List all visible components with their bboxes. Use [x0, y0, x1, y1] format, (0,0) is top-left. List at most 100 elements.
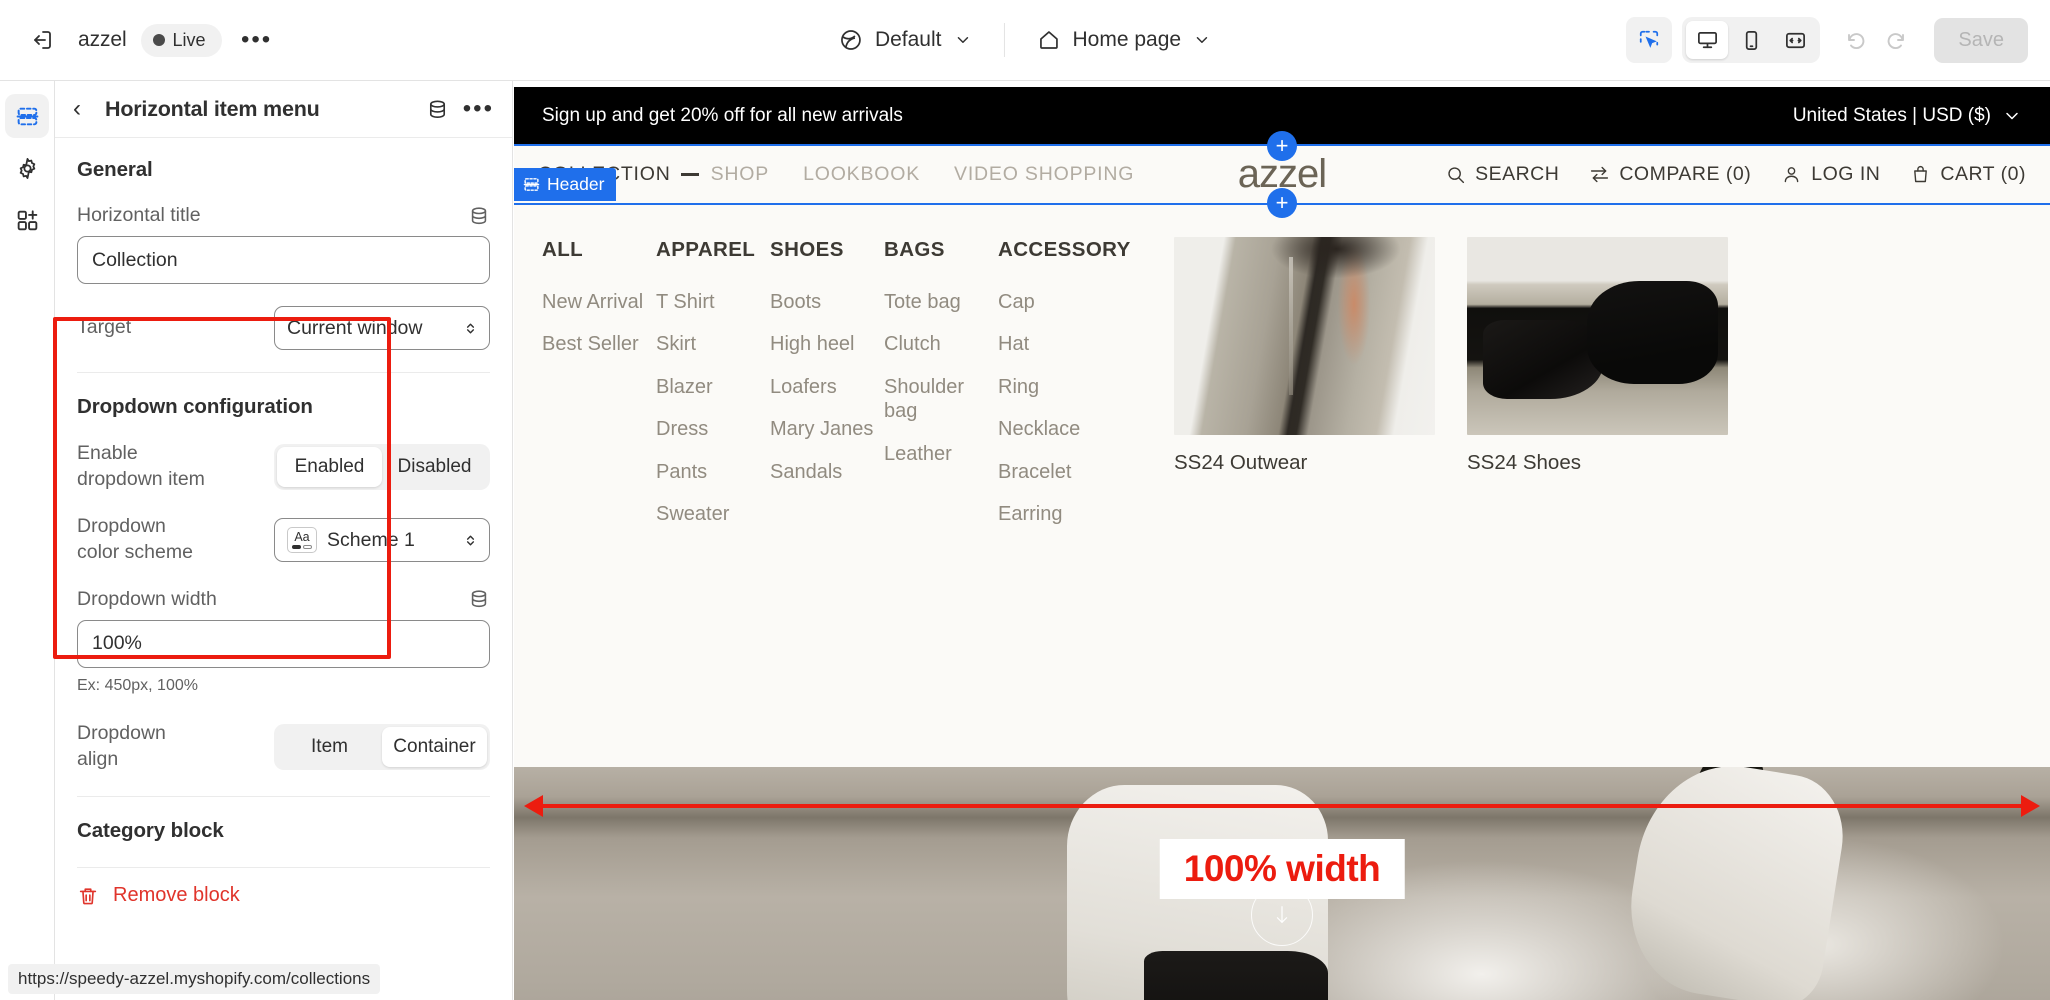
mega-column-heading[interactable]: BAGS: [884, 237, 998, 262]
dropdown-width-label: Dropdown width: [77, 587, 217, 610]
mega-item[interactable]: Shoulder bag: [884, 375, 998, 424]
status-bar-url: https://speedy-azzel.myshopify.com/colle…: [8, 964, 381, 994]
mega-item[interactable]: T Shirt: [656, 290, 770, 314]
mega-item[interactable]: Boots: [770, 290, 884, 314]
topbar-center-group: Default Home page: [825, 0, 1225, 80]
target-select-value: Current window: [287, 316, 423, 339]
mega-item[interactable]: Mary Janes: [770, 417, 884, 441]
theme-preview-frame: Sign up and get 20% off for all new arri…: [514, 81, 2050, 1000]
globe-icon: [841, 30, 861, 50]
enable-dropdown-option-disabled[interactable]: Disabled: [382, 447, 487, 487]
mega-item[interactable]: Ring: [998, 375, 1112, 399]
arrow-down-icon: [1276, 906, 1288, 923]
locale-selector[interactable]: United States | USD ($): [1793, 105, 2022, 127]
mega-item[interactable]: Bracelet: [998, 460, 1112, 484]
search-icon: [1448, 167, 1465, 184]
storefront-preview: Sign up and get 20% off for all new arri…: [514, 87, 2050, 1000]
database-icon[interactable]: [468, 205, 490, 227]
mega-column-heading[interactable]: ALL: [542, 237, 656, 262]
database-icon[interactable]: [426, 98, 449, 121]
mega-item[interactable]: Leather: [884, 442, 998, 466]
mega-item[interactable]: Skirt: [656, 332, 770, 356]
editor-icon-rail: [0, 81, 55, 1000]
fullscreen-icon: [1785, 32, 1805, 48]
mega-item[interactable]: Loafers: [770, 375, 884, 399]
nav-link-shop[interactable]: SHOP: [711, 163, 769, 186]
mega-item[interactable]: Earring: [998, 502, 1112, 526]
header-actions: SEARCH COMPARE (0) LOG IN CART (0): [1445, 163, 2026, 186]
hero-sneaker-sole: [1143, 950, 1329, 1000]
horizontal-title-input[interactable]: [77, 236, 490, 284]
dropdown-align-option-item[interactable]: Item: [277, 727, 382, 767]
dropdown-config-heading: Dropdown configuration: [77, 395, 313, 418]
color-scheme-swatch-icon: Aa: [287, 527, 317, 554]
mega-item[interactable]: Tote bag: [884, 290, 998, 314]
save-button[interactable]: Save: [1934, 17, 2028, 63]
redo-button[interactable]: [1876, 18, 1920, 62]
target-select[interactable]: Current window: [274, 306, 490, 350]
device-fullscreen-button[interactable]: [1774, 21, 1816, 59]
dropdown-color-scheme-select[interactable]: Aa Scheme 1: [274, 518, 490, 563]
remove-block-button[interactable]: Remove block: [55, 868, 512, 923]
horizontal-title-label-row: Horizontal title: [77, 204, 490, 227]
dropdown-width-input[interactable]: [77, 619, 490, 668]
header-search-button[interactable]: SEARCH: [1445, 163, 1559, 186]
nav-link-video-shopping[interactable]: VIDEO SHOPPING: [954, 163, 1134, 186]
nav-link-lookbook[interactable]: LOOKBOOK: [803, 163, 920, 186]
header-cart-button[interactable]: CART (0): [1910, 163, 2026, 186]
redo-icon: [1888, 33, 1905, 50]
mega-item[interactable]: Dress: [656, 417, 770, 441]
promo-card-shoes[interactable]: SS24 Shoes: [1467, 237, 1728, 727]
page-selector[interactable]: Home page: [1022, 20, 1225, 60]
mega-item[interactable]: Pants: [656, 460, 770, 484]
mega-item[interactable]: Sweater: [656, 502, 770, 526]
add-section-above-button[interactable]: +: [1267, 131, 1297, 161]
panel-title: Horizontal item menu: [105, 96, 320, 121]
exit-button[interactable]: [20, 18, 64, 62]
mega-column-shoes: SHOES Boots High heel Loafers Mary Janes…: [770, 237, 884, 727]
topbar-more-button[interactable]: •••: [234, 18, 280, 62]
mega-item[interactable]: Sandals: [770, 460, 884, 484]
panel-more-button[interactable]: •••: [463, 95, 494, 123]
width-annotation-arrow: [524, 795, 2040, 817]
promo-card-outwear[interactable]: SS24 Outwear: [1174, 237, 1435, 727]
rail-apps-button[interactable]: [5, 198, 49, 242]
database-icon[interactable]: [468, 588, 490, 610]
dropdown-align-option-container[interactable]: Container: [382, 726, 487, 767]
rail-settings-button[interactable]: [5, 146, 49, 190]
category-block-heading: Category block: [77, 819, 224, 843]
mega-item[interactable]: High heel: [770, 332, 884, 356]
swatch-bars: [291, 545, 313, 550]
mega-item[interactable]: Necklace: [998, 417, 1112, 441]
enable-dropdown-row: Enable dropdown item Enabled Disabled: [77, 441, 490, 492]
mega-column-heading[interactable]: ACCESSORY: [998, 237, 1130, 262]
add-section-below-button[interactable]: +: [1267, 188, 1297, 218]
mega-menu-promo-cards: SS24 Outwear SS24 Shoes: [1174, 237, 1728, 727]
panel-back-button[interactable]: ‹: [73, 95, 99, 123]
undo-button[interactable]: [1832, 18, 1876, 62]
mega-item[interactable]: Blazer: [656, 375, 770, 399]
header-compare-button[interactable]: COMPARE (0): [1589, 163, 1751, 186]
device-desktop-button[interactable]: [1686, 21, 1729, 59]
mega-column-all: ALL New Arrival Best Seller: [542, 237, 656, 727]
mega-item[interactable]: Hat: [998, 332, 1112, 356]
dropdown-color-scheme-row: Dropdown color scheme Aa Scheme 1: [77, 514, 490, 565]
enable-dropdown-label: Enable dropdown item: [77, 442, 205, 490]
bag-icon: [1914, 165, 1928, 183]
header-login-button[interactable]: LOG IN: [1781, 163, 1880, 186]
mega-item[interactable]: New Arrival: [542, 290, 656, 314]
compare-icon: [1591, 166, 1609, 183]
mega-column-heading[interactable]: APPAREL: [656, 237, 770, 262]
section-label-header[interactable]: Header: [514, 168, 617, 201]
enable-dropdown-option-enabled[interactable]: Enabled: [277, 446, 382, 487]
mega-item[interactable]: Clutch: [884, 332, 998, 356]
device-mobile-button[interactable]: [1730, 21, 1772, 59]
inspector-toggle-button[interactable]: [1626, 17, 1673, 63]
theme-selector[interactable]: Default: [825, 20, 986, 60]
mega-item[interactable]: Cap: [998, 290, 1112, 314]
mega-item[interactable]: Best Seller: [542, 332, 656, 356]
width-annotation-label: 100% width: [1159, 839, 1405, 899]
section-label-text: Header: [547, 174, 605, 194]
rail-sections-button[interactable]: [5, 94, 49, 138]
mega-column-heading[interactable]: SHOES: [770, 237, 884, 262]
